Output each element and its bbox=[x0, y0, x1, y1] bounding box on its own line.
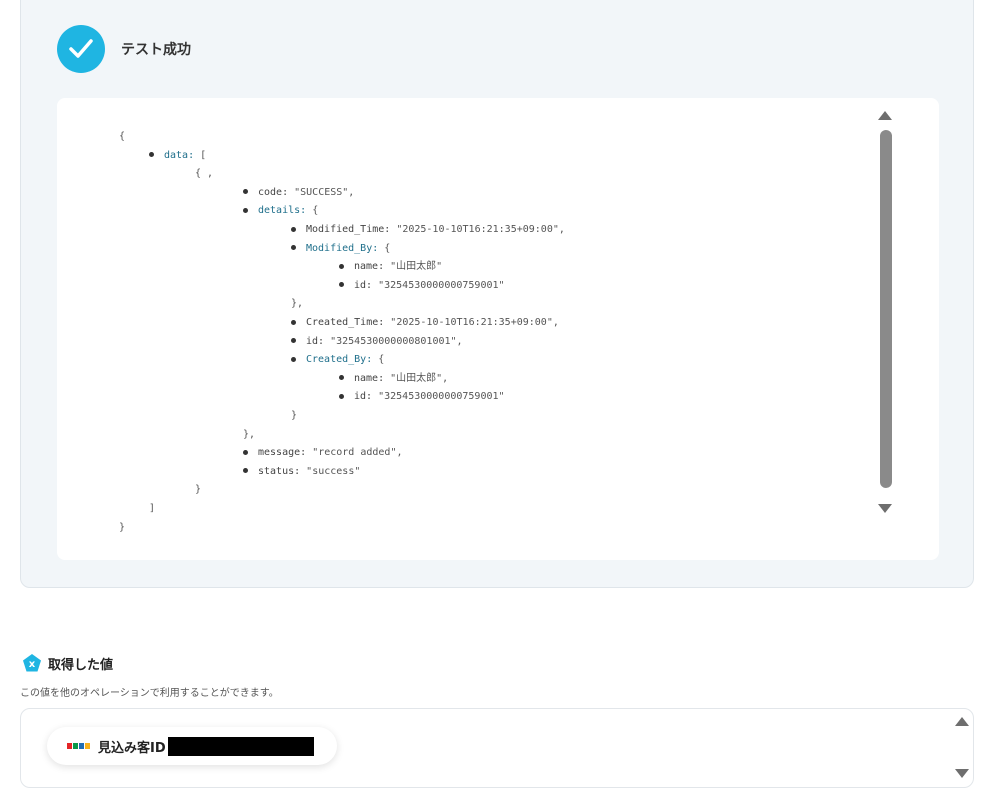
json-line: id: "3254530000000801001", bbox=[291, 333, 463, 351]
bullet-icon bbox=[291, 226, 296, 232]
json-key: code: bbox=[258, 186, 295, 198]
json-line: data: [ bbox=[149, 147, 206, 165]
json-line: ] bbox=[149, 500, 155, 518]
json-line: { bbox=[119, 128, 125, 146]
json-line: message: "record added", bbox=[243, 444, 403, 462]
json-key: data: bbox=[164, 149, 201, 161]
variable-pentagon-icon: x bbox=[23, 654, 41, 672]
json-line: code: "SUCCESS", bbox=[243, 184, 354, 202]
success-title: テスト成功 bbox=[121, 42, 191, 58]
json-key: Modified_Time: bbox=[306, 224, 397, 235]
value-chip-lead-id[interactable]: 見込み客ID bbox=[47, 727, 337, 765]
json-key: Modified_By: bbox=[306, 242, 385, 254]
bullet-icon bbox=[291, 338, 296, 344]
bullet-icon bbox=[291, 245, 296, 251]
bullet-icon bbox=[291, 319, 296, 325]
bullet-icon bbox=[339, 282, 344, 288]
obtained-values-header: x 取得した値 bbox=[22, 653, 113, 673]
bullet-icon bbox=[339, 263, 344, 269]
bullet-icon bbox=[149, 152, 154, 158]
json-key: Created_Time: bbox=[306, 317, 391, 328]
json-line: Modified_Time: "2025-10-10T16:21:35+09:0… bbox=[291, 221, 565, 239]
json-value: "山田太郎", bbox=[390, 372, 449, 384]
json-line: }, bbox=[243, 426, 255, 444]
json-key: id: bbox=[354, 391, 379, 403]
json-value: ] bbox=[149, 503, 156, 514]
json-value: "2025-10-10T16:21:35+09:00", bbox=[396, 224, 565, 235]
json-value: { bbox=[119, 131, 126, 142]
json-value: }, bbox=[291, 298, 304, 310]
json-line: details: { bbox=[243, 202, 318, 220]
svg-text:x: x bbox=[29, 659, 36, 670]
bullet-icon bbox=[243, 207, 248, 213]
obtained-values-description: この値を他のオペレーションで利用することができます。 bbox=[20, 688, 279, 699]
obtained-values-box[interactable]: 見込み客ID bbox=[20, 708, 974, 788]
json-value: "山田太郎" bbox=[390, 261, 443, 273]
json-value: "3254530000000759001" bbox=[378, 279, 505, 291]
zoho-logo-icon bbox=[67, 743, 90, 749]
json-output-panel[interactable]: {data: [{ , code: "SUCCESS", details: {Mod… bbox=[57, 98, 939, 560]
json-key: name: bbox=[354, 261, 391, 273]
scroll-up-arrow-icon[interactable] bbox=[955, 717, 969, 726]
obtained-values-title: 取得した値 bbox=[48, 657, 114, 673]
json-value: "success" bbox=[306, 465, 361, 477]
json-value: } bbox=[291, 410, 298, 421]
json-key: Created_By: bbox=[306, 354, 379, 366]
json-key: details: bbox=[258, 205, 313, 217]
json-key: message: bbox=[258, 447, 313, 459]
json-line: name: "山田太郎" bbox=[339, 258, 442, 276]
json-value: "SUCCESS", bbox=[294, 186, 355, 198]
json-line: } bbox=[291, 407, 297, 425]
json-line: Created_By: { bbox=[291, 351, 384, 369]
json-value: } bbox=[119, 521, 126, 533]
bullet-icon bbox=[339, 375, 344, 381]
json-value: [ bbox=[200, 149, 207, 161]
json-key: name: bbox=[354, 372, 391, 384]
success-header: テスト成功 bbox=[57, 25, 191, 73]
check-circle-icon bbox=[57, 25, 105, 73]
json-value: "2025-10-10T16:21:35+09:00", bbox=[390, 317, 559, 328]
json-line: } bbox=[119, 519, 125, 537]
json-value: "record added", bbox=[312, 447, 403, 459]
json-line: Modified_By: { bbox=[291, 240, 390, 258]
scroll-down-arrow-icon[interactable] bbox=[955, 769, 969, 778]
json-line: { , bbox=[195, 165, 213, 183]
test-result-card: テスト成功 {data: [{ , code: "SUCCESS", details… bbox=[20, 0, 974, 588]
bullet-icon bbox=[243, 449, 248, 455]
json-key: status: bbox=[258, 465, 307, 477]
json-key: id: bbox=[354, 279, 379, 291]
bullet-icon bbox=[339, 393, 344, 399]
json-value: "3254530000000759001" bbox=[378, 391, 505, 403]
json-value: { bbox=[312, 205, 319, 217]
json-line: id: "3254530000000759001" bbox=[339, 277, 505, 295]
value-chip-label: 見込み客ID bbox=[98, 740, 166, 756]
json-value: { bbox=[378, 354, 385, 366]
json-line: } bbox=[195, 481, 201, 499]
scroll-up-arrow-icon[interactable] bbox=[878, 111, 892, 120]
json-key: id: bbox=[306, 335, 331, 347]
json-line: Created_Time: "2025-10-10T16:21:35+09:00… bbox=[291, 314, 559, 332]
json-value: }, bbox=[243, 428, 256, 440]
json-value: { , bbox=[195, 168, 214, 180]
json-value: "3254530000000801001", bbox=[330, 335, 463, 347]
json-line: name: "山田太郎", bbox=[339, 370, 448, 388]
json-value: } bbox=[195, 484, 202, 496]
bullet-icon bbox=[243, 189, 248, 195]
json-line: id: "3254530000000759001" bbox=[339, 388, 505, 406]
scroll-down-arrow-icon[interactable] bbox=[878, 504, 892, 513]
json-value: { bbox=[384, 242, 391, 254]
bullet-icon bbox=[243, 468, 248, 474]
bullet-icon bbox=[291, 356, 296, 362]
json-line: status: "success" bbox=[243, 463, 360, 481]
json-line: }, bbox=[291, 295, 303, 313]
scrollbar-thumb[interactable] bbox=[880, 130, 892, 488]
redacted-value bbox=[167, 736, 314, 756]
